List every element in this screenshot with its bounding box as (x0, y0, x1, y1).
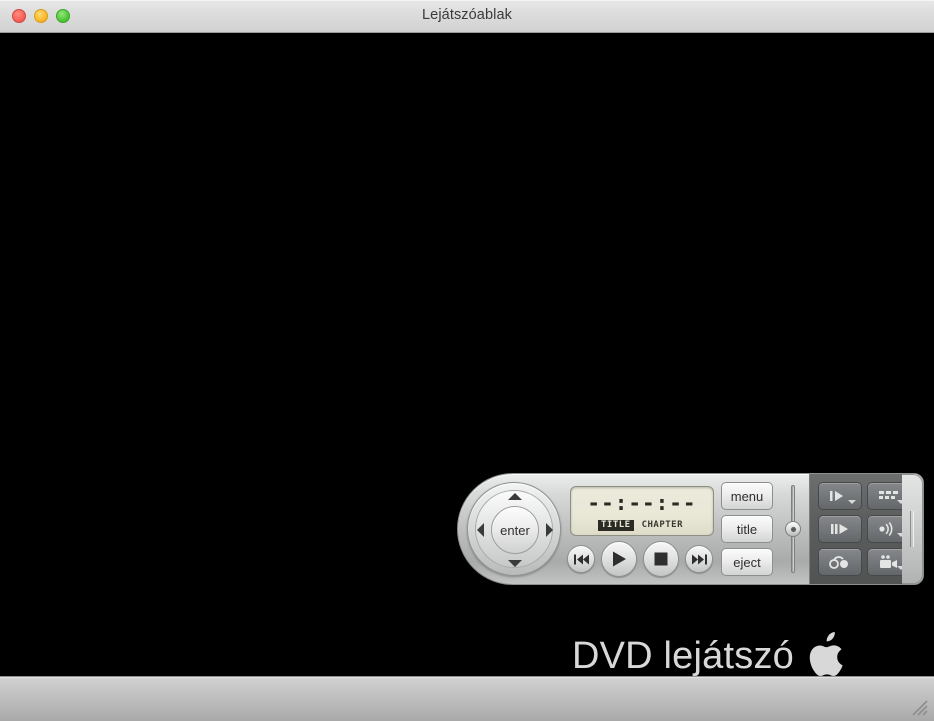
volume-slider[interactable] (785, 485, 801, 573)
lcd-title-label: TITLE (597, 520, 634, 531)
feature-button-grid (818, 482, 911, 576)
menu-button[interactable]: menu (721, 482, 773, 510)
transport-controls (567, 541, 713, 577)
enter-button[interactable]: enter (491, 506, 539, 554)
lcd-mode-labels: TITLE CHAPTER (597, 520, 686, 531)
brand-text: DVD lejátszó (571, 635, 794, 677)
volume-slider-knob[interactable] (785, 521, 801, 537)
resize-grip-icon[interactable] (911, 699, 929, 717)
title-button[interactable]: title (721, 515, 773, 543)
play-button[interactable] (601, 541, 637, 577)
dpad-down-arrow-icon[interactable] (508, 560, 522, 567)
lcd-chapter-label: CHAPTER (641, 520, 684, 530)
dpad-left-arrow-icon[interactable] (477, 523, 484, 537)
titlebar-highlight (0, 0, 934, 1)
player-window: Lejátszóablak DVD lejátszó enter --:--:-… (0, 0, 934, 721)
chevron-down-icon[interactable] (848, 500, 856, 504)
feature-panel (809, 474, 911, 584)
window-title: Lejátszóablak (422, 7, 512, 23)
previous-chapter-button[interactable] (567, 545, 595, 573)
navigation-dpad[interactable]: enter (467, 482, 561, 576)
apple-logo-icon (808, 631, 850, 681)
window-titlebar: Lejátszóablak (0, 0, 934, 33)
lcd-display: --:--:-- TITLE CHAPTER (570, 486, 714, 536)
dvd-controller[interactable]: enter --:--:-- TITLE CHAPTER menu title … (457, 473, 924, 585)
disc-buttons: menu title eject (721, 482, 773, 576)
eject-button[interactable]: eject (721, 548, 773, 576)
brand-lockup: DVD lejátszó (572, 631, 850, 681)
dpad-right-arrow-icon[interactable] (546, 523, 553, 537)
dpad-up-arrow-icon[interactable] (508, 493, 522, 500)
video-stage[interactable]: DVD lejátszó enter --:--:-- TITLE CHAPTE… (0, 33, 934, 677)
lcd-time-readout: --:--:-- (587, 491, 697, 515)
bookmark-button[interactable] (818, 548, 862, 576)
slow-motion-button[interactable] (818, 482, 862, 510)
stop-button[interactable] (643, 541, 679, 577)
drag-grip-icon (910, 511, 914, 547)
step-frame-button[interactable] (818, 515, 862, 543)
next-chapter-button[interactable] (685, 545, 713, 573)
controller-drag-handle[interactable] (902, 474, 923, 584)
window-bottom-bar (0, 676, 934, 721)
bottom-bar-highlight (0, 677, 934, 678)
